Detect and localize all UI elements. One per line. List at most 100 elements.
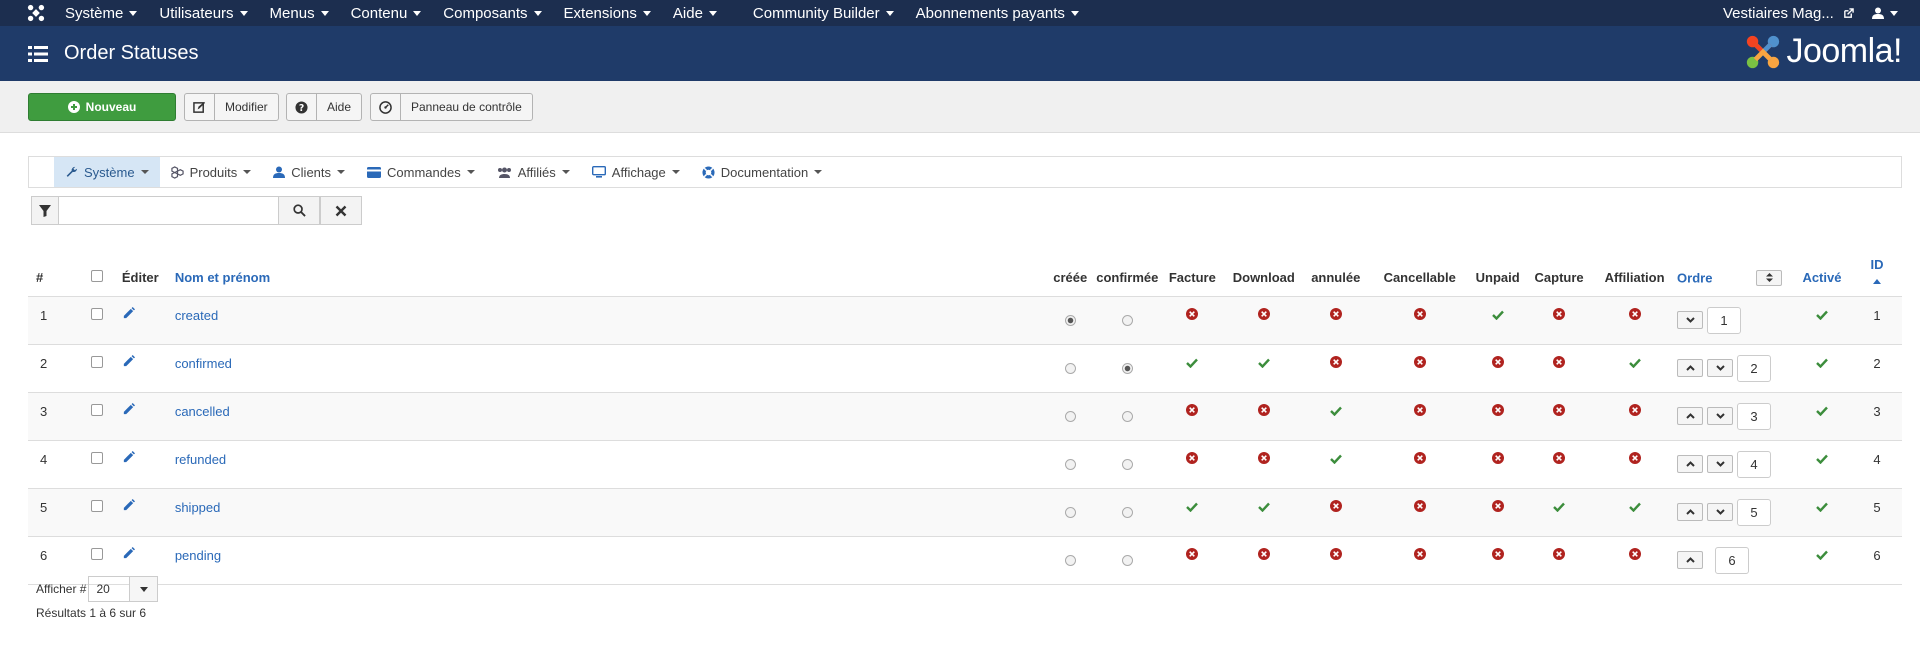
submenu-item[interactable]: Système bbox=[54, 157, 160, 187]
move-down-button[interactable] bbox=[1707, 455, 1734, 473]
status-name-link[interactable]: created bbox=[175, 308, 218, 323]
cross-circle-icon[interactable] bbox=[1553, 307, 1566, 320]
cross-circle-icon[interactable] bbox=[1553, 547, 1566, 560]
cross-circle-icon[interactable] bbox=[1186, 451, 1199, 464]
top-menu-item[interactable]: Community Builder bbox=[742, 5, 905, 22]
check-icon[interactable] bbox=[1257, 358, 1270, 368]
control-panel-button[interactable]: Panneau de contrôle bbox=[370, 93, 533, 121]
top-menu-item[interactable]: Utilisateurs bbox=[148, 5, 258, 22]
check-icon[interactable] bbox=[1329, 406, 1342, 416]
check-icon[interactable] bbox=[1628, 502, 1641, 512]
confirmed-radio[interactable] bbox=[1121, 362, 1133, 374]
order-input[interactable]: 6 bbox=[1715, 546, 1750, 574]
confirmed-radio[interactable] bbox=[1121, 506, 1133, 518]
check-icon[interactable] bbox=[1816, 310, 1828, 320]
created-radio[interactable] bbox=[1064, 314, 1076, 326]
check-icon[interactable] bbox=[1816, 502, 1828, 512]
cross-circle-icon[interactable] bbox=[1491, 451, 1504, 464]
cross-circle-icon[interactable] bbox=[1413, 547, 1426, 560]
move-up-button[interactable] bbox=[1677, 407, 1704, 425]
cross-circle-icon[interactable] bbox=[1329, 307, 1342, 320]
search-input[interactable] bbox=[59, 196, 278, 225]
col-id[interactable]: ID bbox=[1851, 248, 1902, 297]
cross-circle-icon[interactable] bbox=[1329, 547, 1342, 560]
cross-circle-icon[interactable] bbox=[1628, 307, 1641, 320]
created-radio[interactable] bbox=[1064, 458, 1076, 470]
row-checkbox[interactable] bbox=[90, 307, 103, 320]
limit-dropdown-button[interactable] bbox=[130, 576, 159, 602]
cross-circle-icon[interactable] bbox=[1491, 355, 1504, 368]
row-checkbox[interactable] bbox=[90, 499, 103, 512]
pencil-icon[interactable] bbox=[122, 355, 135, 368]
top-menu-item[interactable]: Abonnements payants bbox=[905, 5, 1090, 22]
cross-circle-icon[interactable] bbox=[1413, 499, 1426, 512]
status-name-link[interactable]: shipped bbox=[175, 500, 221, 515]
submenu-item[interactable]: Affiliés bbox=[486, 157, 581, 187]
row-checkbox[interactable] bbox=[90, 547, 103, 560]
cross-circle-icon[interactable] bbox=[1628, 403, 1641, 416]
limit-select[interactable]: 20 bbox=[88, 576, 159, 602]
order-input[interactable]: 3 bbox=[1737, 402, 1772, 430]
cross-circle-icon[interactable] bbox=[1186, 307, 1199, 320]
pencil-icon[interactable] bbox=[122, 547, 135, 560]
pencil-icon[interactable] bbox=[122, 403, 135, 416]
check-icon[interactable] bbox=[1329, 454, 1342, 464]
status-name-link[interactable]: confirmed bbox=[175, 356, 232, 371]
cross-circle-icon[interactable] bbox=[1628, 451, 1641, 464]
move-down-button[interactable] bbox=[1677, 311, 1704, 329]
top-menu-item[interactable]: Composants bbox=[432, 5, 552, 22]
top-menu-item[interactable]: Contenu bbox=[340, 5, 433, 22]
cross-circle-icon[interactable] bbox=[1491, 499, 1504, 512]
cross-circle-icon[interactable] bbox=[1186, 403, 1199, 416]
cross-circle-icon[interactable] bbox=[1257, 403, 1270, 416]
order-input[interactable]: 1 bbox=[1707, 306, 1742, 334]
confirmed-radio[interactable] bbox=[1121, 458, 1133, 470]
cross-circle-icon[interactable] bbox=[1329, 355, 1342, 368]
cross-circle-icon[interactable] bbox=[1257, 547, 1270, 560]
pencil-icon[interactable] bbox=[122, 451, 135, 464]
status-name-link[interactable]: refunded bbox=[175, 452, 226, 467]
check-icon[interactable] bbox=[1816, 358, 1828, 368]
move-up-button[interactable] bbox=[1677, 359, 1704, 377]
top-menu-item[interactable]: Système bbox=[54, 5, 148, 22]
cross-circle-icon[interactable] bbox=[1257, 451, 1270, 464]
cross-circle-icon[interactable] bbox=[1413, 355, 1426, 368]
cross-circle-icon[interactable] bbox=[1413, 403, 1426, 416]
created-radio[interactable] bbox=[1064, 506, 1076, 518]
cross-circle-icon[interactable] bbox=[1413, 307, 1426, 320]
created-radio[interactable] bbox=[1064, 362, 1076, 374]
cross-circle-icon[interactable] bbox=[1413, 451, 1426, 464]
cross-circle-icon[interactable] bbox=[1491, 403, 1504, 416]
col-order[interactable]: Ordre bbox=[1677, 248, 1792, 297]
confirmed-radio[interactable] bbox=[1121, 554, 1133, 566]
submenu-item[interactable]: Affichage bbox=[581, 157, 691, 187]
check-icon[interactable] bbox=[1186, 502, 1199, 512]
check-icon[interactable] bbox=[1628, 358, 1641, 368]
move-down-button[interactable] bbox=[1707, 503, 1734, 521]
submenu-item[interactable]: Commandes bbox=[356, 157, 486, 187]
move-down-button[interactable] bbox=[1707, 407, 1734, 425]
submenu-item[interactable]: Documentation bbox=[691, 157, 833, 187]
order-input[interactable]: 4 bbox=[1737, 450, 1772, 478]
move-up-button[interactable] bbox=[1677, 503, 1704, 521]
check-icon[interactable] bbox=[1816, 454, 1828, 464]
row-checkbox[interactable] bbox=[90, 355, 103, 368]
check-icon[interactable] bbox=[1816, 406, 1828, 416]
save-order-button[interactable] bbox=[1756, 269, 1783, 286]
order-input[interactable]: 5 bbox=[1737, 498, 1772, 526]
cross-circle-icon[interactable] bbox=[1553, 403, 1566, 416]
created-radio[interactable] bbox=[1064, 554, 1076, 566]
search-button[interactable] bbox=[278, 196, 320, 225]
clear-button[interactable] bbox=[320, 196, 362, 225]
cross-circle-icon[interactable] bbox=[1491, 547, 1504, 560]
move-up-button[interactable] bbox=[1677, 455, 1704, 473]
help-button[interactable]: ? Aide bbox=[286, 93, 363, 121]
edit-button[interactable]: Modifier bbox=[184, 93, 279, 121]
status-name-link[interactable]: pending bbox=[175, 548, 221, 563]
confirmed-radio[interactable] bbox=[1121, 314, 1133, 326]
cross-circle-icon[interactable] bbox=[1329, 499, 1342, 512]
check-icon[interactable] bbox=[1553, 502, 1565, 512]
top-menu-item[interactable]: Aide bbox=[662, 5, 728, 22]
check-icon[interactable] bbox=[1186, 358, 1199, 368]
top-menu-item[interactable]: Menus bbox=[259, 5, 340, 22]
